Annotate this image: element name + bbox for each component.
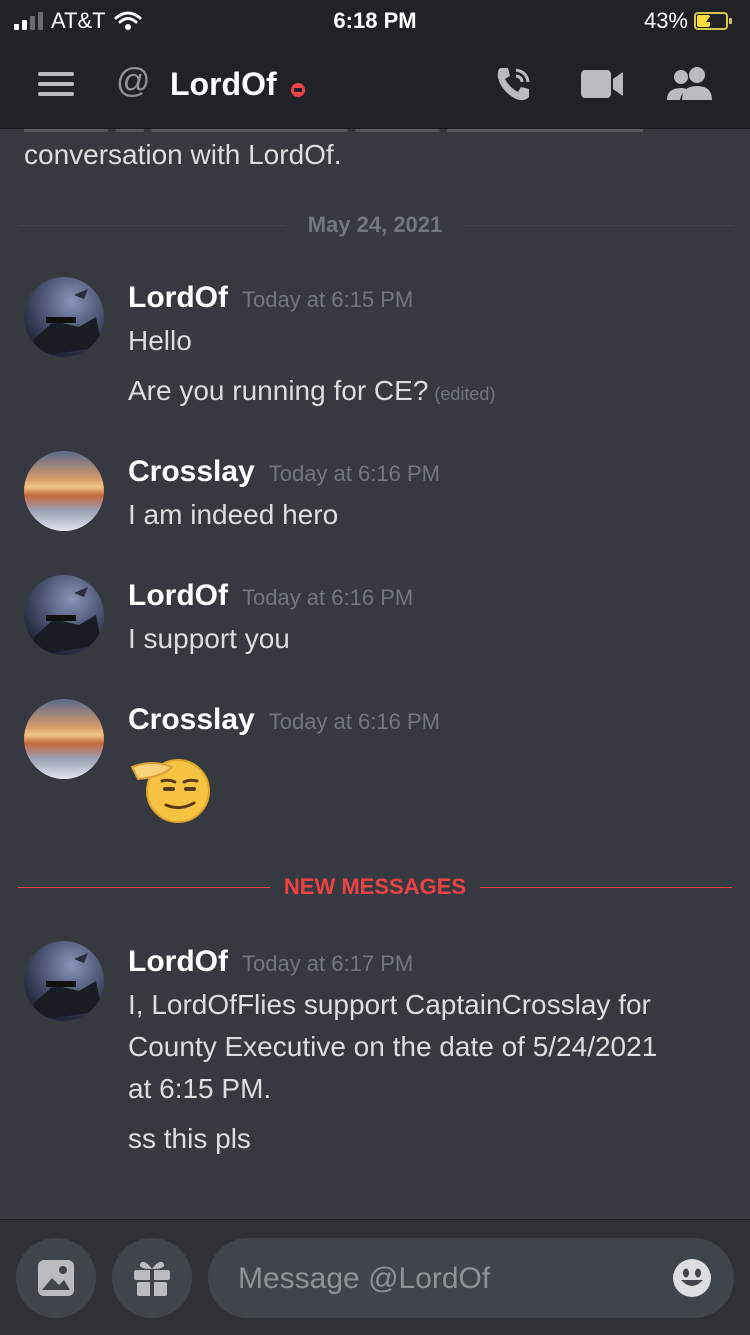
message-author[interactable]: LordOf Today at 6:17 PM	[128, 945, 413, 979]
saluting-face-emoji[interactable]	[128, 753, 212, 823]
message-timestamp: Today at 6:16 PM	[241, 585, 414, 610]
members-icon[interactable]	[666, 66, 714, 102]
message-author[interactable]: LordOf Today at 6:15 PM	[128, 281, 413, 315]
channel-title[interactable]: LordOf	[170, 66, 277, 103]
dnd-status-icon	[291, 83, 305, 97]
battery-percent: 43%	[643, 8, 688, 33]
status-bar: AT&T 6:18 PM 43%	[0, 0, 750, 40]
gift-button[interactable]	[112, 1238, 192, 1318]
message-author[interactable]: LordOf Today at 6:16 PM	[128, 579, 413, 613]
message-text: I support you	[128, 623, 290, 654]
message-composer[interactable]	[208, 1238, 734, 1318]
message-author[interactable]: Crosslay Today at 6:16 PM	[128, 703, 440, 737]
message-text-line: I, LordOfFlies support CaptainCrosslay f…	[128, 989, 651, 1020]
intro-text: conversation with LordOf.	[24, 139, 342, 170]
message-text-line: Are you running for CE? (edited)	[128, 375, 496, 406]
new-messages-divider: NEW MESSAGES	[18, 874, 732, 899]
avatar[interactable]	[24, 699, 104, 779]
message-timestamp: Today at 6:15 PM	[241, 287, 414, 312]
avatar[interactable]	[24, 451, 104, 531]
call-icon[interactable]	[494, 64, 534, 104]
battery-icon	[694, 12, 732, 30]
date-divider: May 24, 2021	[18, 212, 732, 237]
menu-icon[interactable]	[38, 72, 74, 96]
message-text-line: County Executive on the date of 5/24/202…	[128, 1031, 658, 1062]
battery: 43%	[643, 8, 732, 34]
composer-bar	[0, 1219, 750, 1335]
emoji-picker-icon[interactable]	[672, 1258, 712, 1298]
gift-icon	[134, 1261, 170, 1296]
attach-image-button[interactable]	[16, 1238, 96, 1318]
at-icon: @	[116, 62, 151, 100]
message-timestamp: Today at 6:16 PM	[268, 461, 440, 486]
message-author[interactable]: Crosslay Today at 6:16 PM	[128, 455, 440, 489]
new-messages-label: NEW MESSAGES	[283, 874, 467, 899]
avatar[interactable]	[24, 277, 104, 357]
message-text-line: at 6:15 PM.	[128, 1073, 272, 1104]
date-label: May 24, 2021	[307, 212, 443, 237]
message-timestamp: Today at 6:17 PM	[241, 951, 414, 976]
message-input[interactable]	[236, 1254, 640, 1304]
status-time: 6:18 PM	[333, 8, 417, 33]
message-list[interactable]: ▬▬▬ ▬ ▬▬▬▬▬▬▬ ▬▬▬ ▬▬▬▬▬▬▬ conversation w…	[0, 129, 750, 1218]
video-icon[interactable]	[580, 68, 624, 100]
message-timestamp: Today at 6:16 PM	[268, 709, 440, 734]
message-text: ss this pls	[128, 1123, 251, 1154]
avatar[interactable]	[24, 941, 104, 1021]
edited-label: (edited)	[434, 384, 496, 404]
avatar[interactable]	[24, 575, 104, 655]
image-icon	[38, 1260, 74, 1296]
message-text: I am indeed hero	[128, 499, 339, 530]
channel-header: @ LordOf	[0, 40, 750, 129]
intro-cut-text: ▬▬▬ ▬ ▬▬▬▬▬▬▬ ▬▬▬ ▬▬▬▬▬▬▬	[24, 129, 643, 139]
message-text: Hello	[128, 325, 192, 356]
